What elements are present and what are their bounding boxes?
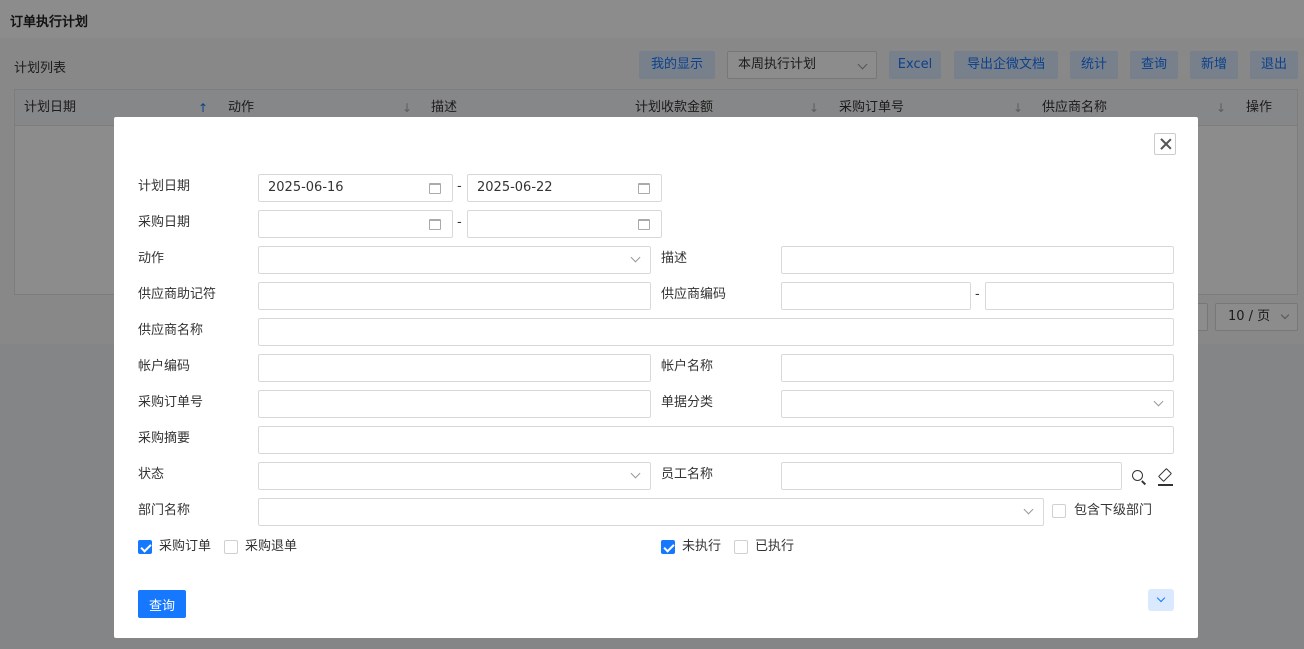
chevron-down-icon xyxy=(630,468,641,479)
range-dash: - xyxy=(975,287,980,302)
plan-date-to-value: 2025-06-22 xyxy=(477,180,553,195)
purchase-summary-input[interactable] xyxy=(258,426,1174,454)
purchase-order-label: 采购订单 xyxy=(159,539,212,554)
supplier-code-from-input[interactable] xyxy=(781,282,971,310)
filter-dialog: 计划日期 2025-06-16 - 2025-06-22 采购日期 - 动作 描… xyxy=(114,117,1198,638)
chevron-down-icon xyxy=(1023,504,1034,515)
action-select[interactable] xyxy=(258,246,651,274)
calendar-icon xyxy=(429,219,441,230)
description-input[interactable] xyxy=(781,246,1174,274)
purchase-date-label: 采购日期 xyxy=(138,215,191,230)
eraser-icon[interactable] xyxy=(1156,467,1174,486)
plan-date-from-input[interactable]: 2025-06-16 xyxy=(258,174,453,202)
calendar-icon xyxy=(429,183,441,194)
purchase-date-to-input[interactable] xyxy=(467,210,662,238)
account-code-label: 帐户编码 xyxy=(138,359,191,374)
dept-name-select[interactable] xyxy=(258,498,1044,526)
include-sub-dept-checkbox[interactable] xyxy=(1052,504,1066,518)
range-dash: - xyxy=(457,215,462,230)
calendar-icon xyxy=(638,219,650,230)
query-button[interactable]: 查询 xyxy=(138,590,186,618)
doc-category-label: 单据分类 xyxy=(661,395,714,410)
chevron-down-icon xyxy=(1153,396,1164,407)
not-executed-checkbox[interactable] xyxy=(661,540,675,554)
employee-name-label: 员工名称 xyxy=(661,467,714,482)
plan-date-from-value: 2025-06-16 xyxy=(268,180,344,195)
supplier-mnemonic-input[interactable] xyxy=(258,282,651,310)
description-label: 描述 xyxy=(661,251,688,266)
supplier-mnemonic-label: 供应商助记符 xyxy=(138,287,217,302)
not-executed-label: 未执行 xyxy=(682,539,722,554)
dept-name-label: 部门名称 xyxy=(138,503,191,518)
po-number-input[interactable] xyxy=(258,390,651,418)
purchase-summary-label: 采购摘要 xyxy=(138,431,191,446)
executed-checkbox[interactable] xyxy=(734,540,748,554)
purchase-return-checkbox[interactable] xyxy=(224,540,238,554)
account-name-input[interactable] xyxy=(781,354,1174,382)
account-code-input[interactable] xyxy=(258,354,651,382)
po-number-label: 采购订单号 xyxy=(138,395,204,410)
account-name-label: 帐户名称 xyxy=(661,359,714,374)
close-button[interactable] xyxy=(1154,133,1176,155)
status-select[interactable] xyxy=(258,462,651,490)
plan-date-to-input[interactable]: 2025-06-22 xyxy=(467,174,662,202)
status-label: 状态 xyxy=(138,467,165,482)
action-label: 动作 xyxy=(138,251,165,266)
expand-button[interactable] xyxy=(1148,589,1174,611)
supplier-code-to-input[interactable] xyxy=(985,282,1174,310)
search-icon[interactable] xyxy=(1131,469,1149,487)
purchase-order-checkbox[interactable] xyxy=(138,540,152,554)
chevron-down-icon xyxy=(1156,593,1166,603)
calendar-icon xyxy=(638,183,650,194)
executed-label: 已执行 xyxy=(755,539,795,554)
include-sub-dept-label: 包含下级部门 xyxy=(1074,503,1153,518)
supplier-code-label: 供应商编码 xyxy=(661,287,727,302)
employee-name-input[interactable] xyxy=(781,462,1122,490)
supplier-name-label: 供应商名称 xyxy=(138,323,204,338)
chevron-down-icon xyxy=(630,252,641,263)
range-dash: - xyxy=(457,179,462,194)
purchase-return-label: 采购退单 xyxy=(245,539,298,554)
doc-category-select[interactable] xyxy=(781,390,1174,418)
supplier-name-input[interactable] xyxy=(258,318,1174,346)
purchase-date-from-input[interactable] xyxy=(258,210,453,238)
plan-date-label: 计划日期 xyxy=(138,179,191,194)
